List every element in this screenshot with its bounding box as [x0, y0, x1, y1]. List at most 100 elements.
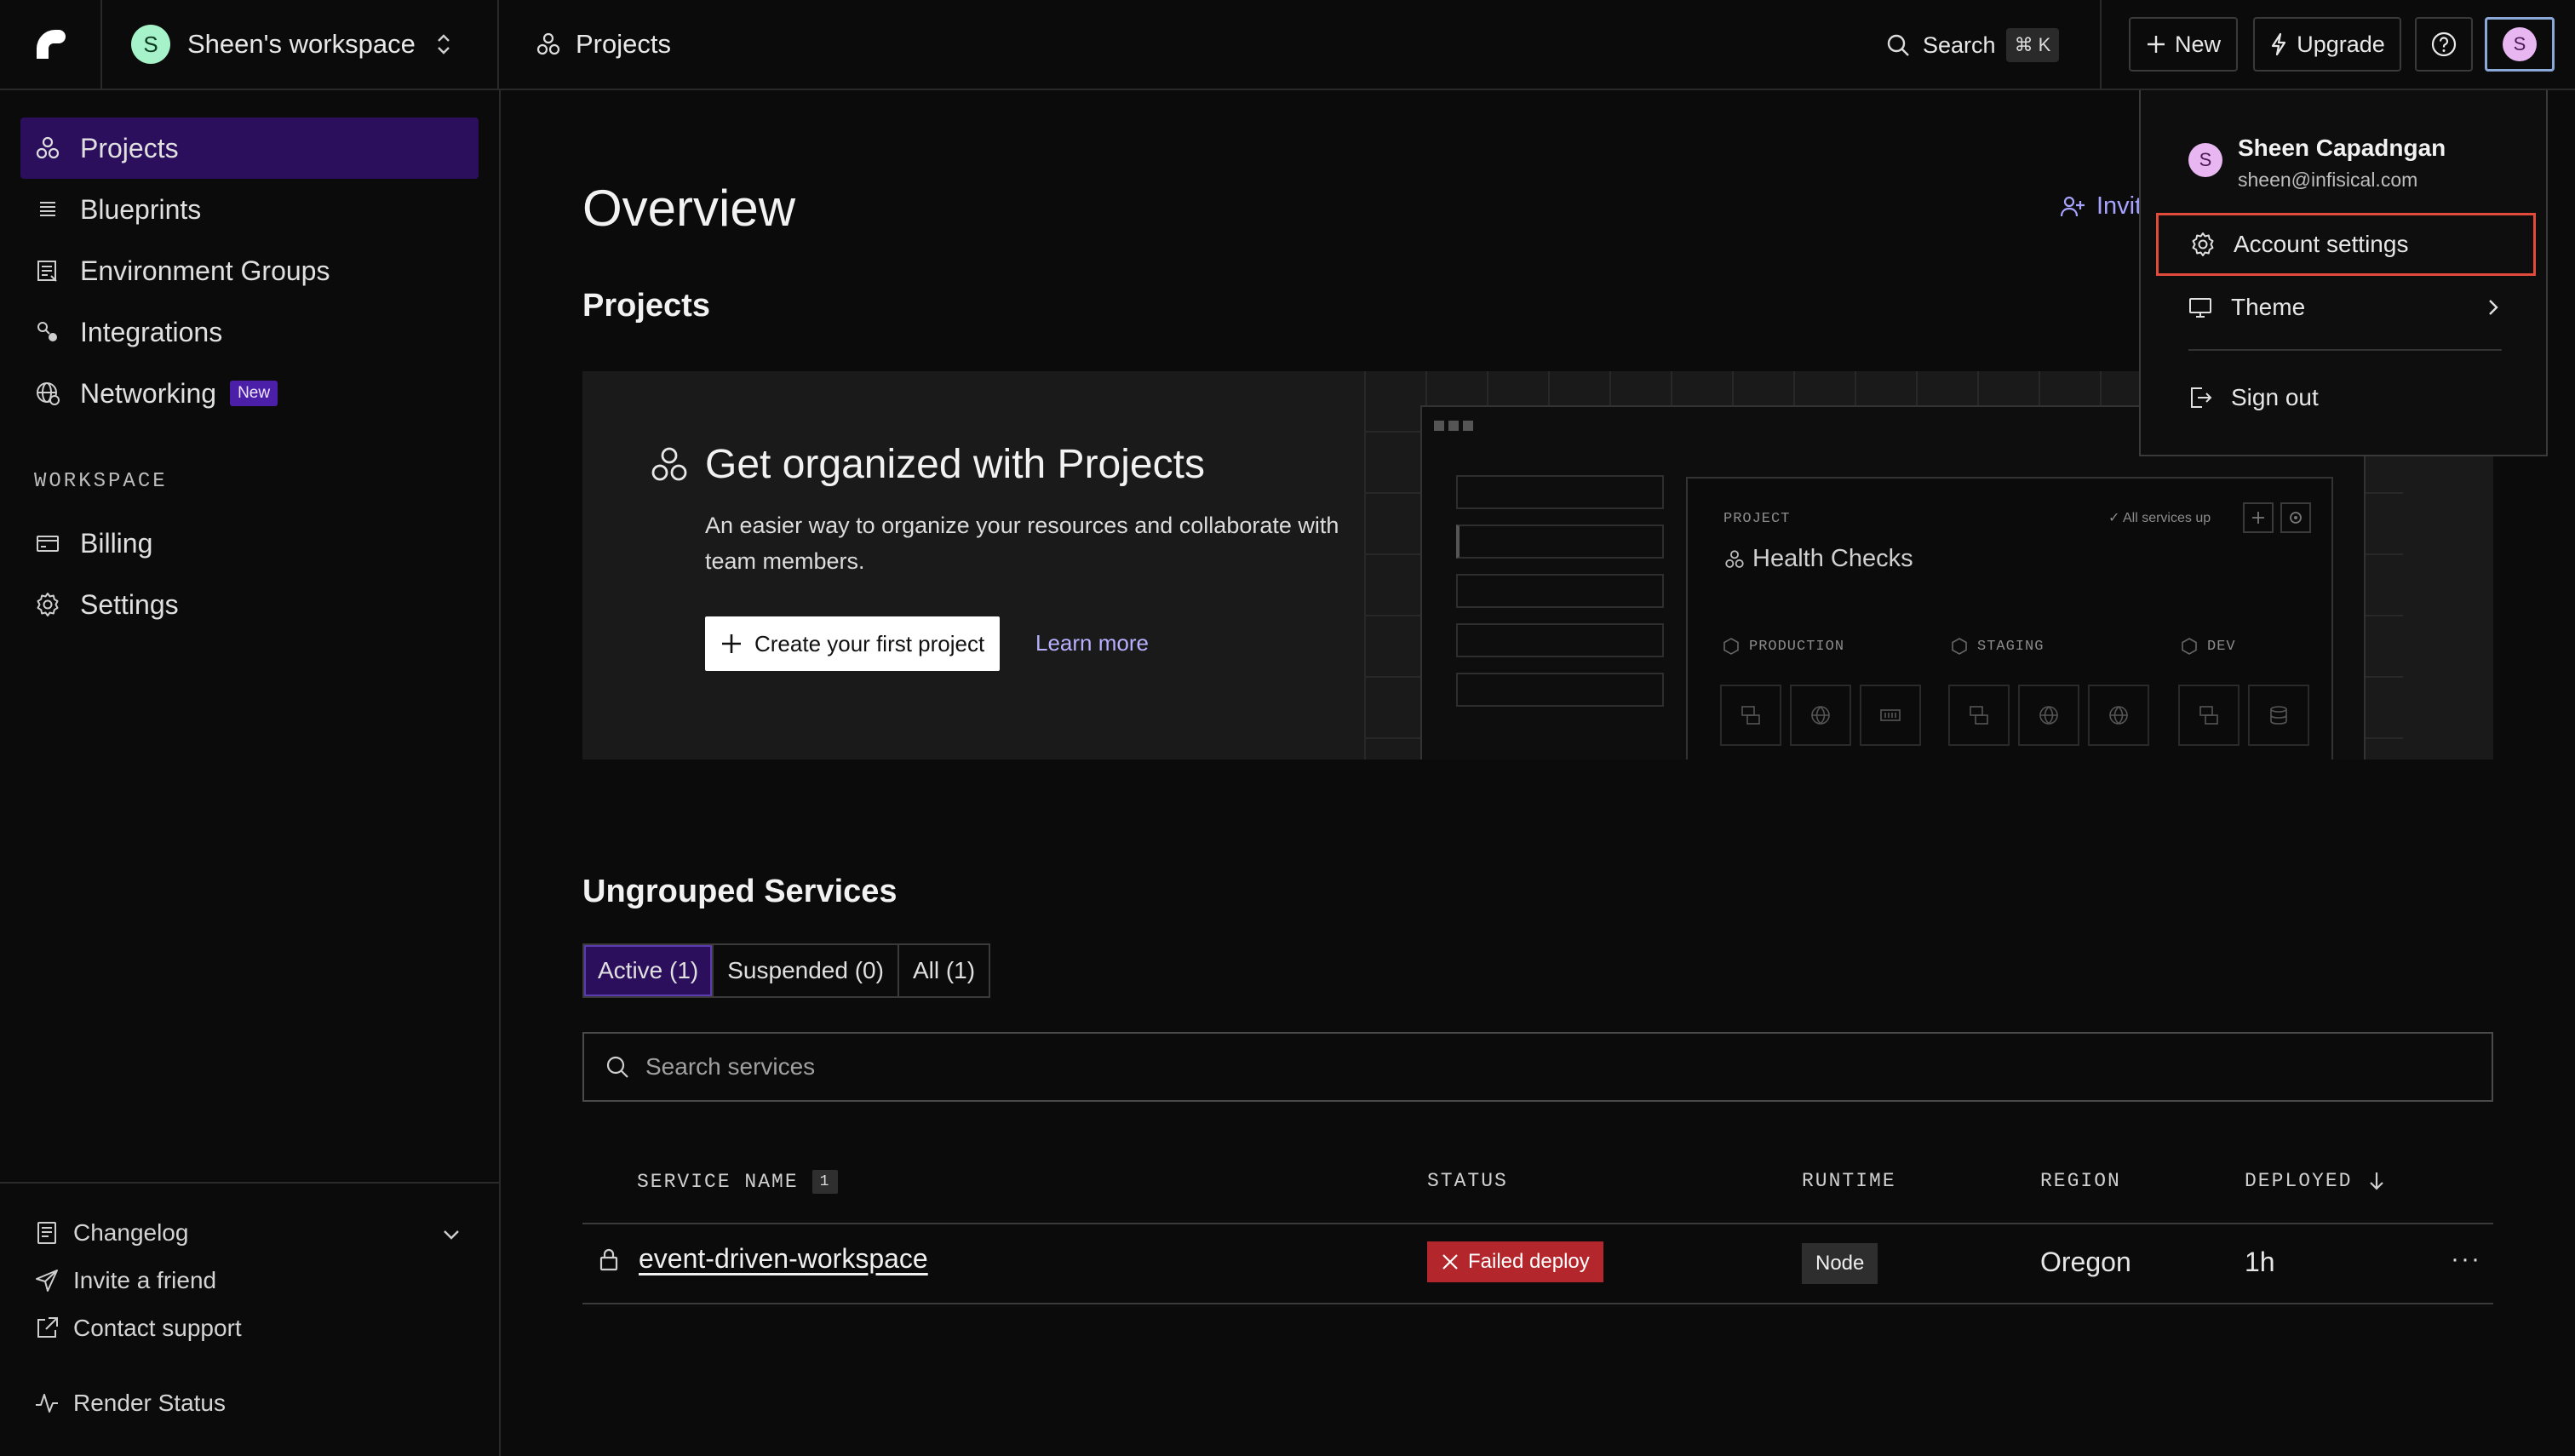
plus-icon — [2147, 36, 2165, 53]
activity-icon — [36, 1394, 58, 1413]
mock-project-label: PROJECT — [1723, 511, 1791, 527]
mock-env-staging: STAGING — [1950, 637, 2044, 656]
logo-icon — [37, 30, 66, 59]
mock-env-label: STAGING — [1977, 638, 2045, 655]
render-logo[interactable] — [0, 0, 102, 89]
tab-active[interactable]: Active (1) — [584, 945, 714, 996]
mock-status: ✓ All services up — [2108, 511, 2211, 525]
changelog-link[interactable]: Changelog — [34, 1219, 188, 1247]
column-header-service-name[interactable]: SERVICE NAME 1 — [637, 1170, 839, 1194]
menu-item-label: Account settings — [2234, 231, 2409, 257]
region-value: Oregon — [2040, 1247, 2131, 1277]
search-icon — [1887, 34, 1909, 56]
hexagon-icon — [2182, 638, 2197, 655]
chevron-down-icon[interactable] — [439, 1224, 463, 1245]
upgrade-button[interactable]: Upgrade — [2253, 17, 2401, 72]
search-label: Search — [1923, 32, 1996, 58]
render-status-link[interactable]: Render Status — [34, 1390, 226, 1417]
mock-service-tile — [2088, 685, 2149, 746]
new-badge: New — [230, 381, 278, 406]
workspace-switcher[interactable]: S Sheen's workspace — [102, 0, 499, 89]
sidebar-item-label: Billing — [80, 527, 153, 559]
menu-item-sign-out[interactable]: Sign out — [2156, 366, 2536, 429]
invite-friend-link[interactable]: Invite a friend — [34, 1267, 216, 1294]
sidebar-item-integrations[interactable]: Integrations — [20, 301, 479, 363]
mock-service-tile — [1720, 685, 1781, 746]
projects-icon — [536, 32, 560, 55]
projects-icon — [1725, 549, 1744, 568]
column-header-deployed[interactable]: DEPLOYED — [2245, 1170, 2386, 1192]
invite-label: Invite a friend — [73, 1267, 217, 1293]
mock-service-tile — [1790, 685, 1851, 746]
create-project-button[interactable]: Create your first project — [705, 616, 1001, 671]
sidebar-item-label: Environment Groups — [80, 255, 330, 286]
plus-icon — [722, 634, 741, 653]
new-label: New — [2174, 31, 2221, 57]
sidebar-item-blueprints[interactable]: Blueprints — [20, 179, 479, 240]
projects-heading: Projects — [582, 288, 710, 324]
sidebar-item-label: Projects — [80, 132, 179, 163]
send-icon — [36, 1270, 58, 1292]
environment-groups-icon — [37, 261, 57, 282]
mock-service-tile — [2018, 685, 2079, 746]
sidebar-item-environment-groups[interactable]: Environment Groups — [20, 240, 479, 301]
support-label: Contact support — [73, 1315, 242, 1341]
mock-service-tile — [1948, 685, 2010, 746]
billing-icon — [37, 536, 59, 552]
sidebar-item-label: Settings — [80, 588, 179, 620]
user-plus-icon — [2060, 196, 2085, 216]
service-link[interactable]: event-driven-workspace — [639, 1243, 928, 1275]
changelog-icon — [37, 1222, 56, 1244]
section-label: WORKSPACE — [34, 470, 168, 493]
sidebar-item-label: Blueprints — [80, 193, 202, 225]
contact-support-link[interactable]: Contact support — [34, 1315, 242, 1342]
promo-title: Get organized with Projects — [649, 441, 1205, 488]
mock-project-card: PROJECT Health Checks ✓ All services up … — [1686, 477, 2333, 760]
mock-env-label: DEV — [2207, 638, 2236, 655]
mock-sidebar-item — [1456, 525, 1664, 559]
deployed-value: 1h — [2245, 1247, 2275, 1277]
mock-project-title: Health Checks — [1723, 545, 1913, 573]
user-menu-button[interactable]: S — [2485, 17, 2555, 72]
globe-icon — [37, 382, 60, 405]
ungrouped-services-heading: Ungrouped Services — [582, 874, 898, 909]
learn-more-link[interactable]: Learn more — [1035, 630, 1149, 656]
status-label: Render Status — [73, 1390, 226, 1416]
row-actions-button[interactable]: ··· — [2451, 1245, 2481, 1274]
count-badge: 1 — [811, 1170, 839, 1194]
promo-illustration: PROJECT Health Checks ✓ All services up … — [1420, 405, 2366, 760]
search-shortcut: ⌘ K — [2005, 28, 2060, 62]
tab-all[interactable]: All (1) — [899, 945, 989, 996]
header-label: SERVICE NAME — [637, 1171, 799, 1193]
mock-plus-icon — [2243, 502, 2274, 533]
sidebar-item-settings[interactable]: Settings — [20, 574, 479, 635]
search-button[interactable]: Search ⌘ K — [1885, 26, 2060, 65]
sidebar-item-networking[interactable]: Networking New — [20, 363, 479, 424]
more-icon: ··· — [2451, 1245, 2481, 1273]
status-badge: Failed deploy — [1427, 1241, 1603, 1282]
search-services-field[interactable] — [582, 1032, 2493, 1102]
user-details: Sheen Capadngan sheen@infisical.com — [2238, 135, 2446, 192]
tab-suspended[interactable]: Suspended (0) — [714, 945, 899, 996]
sign-out-icon — [2191, 387, 2212, 408]
mock-status-text: All services up — [2122, 511, 2211, 525]
status-cell: Failed deploy — [1427, 1241, 1603, 1282]
mock-service-tile — [2178, 685, 2240, 746]
column-header-runtime: RUNTIME — [1802, 1170, 1896, 1192]
help-button[interactable] — [2415, 17, 2473, 72]
menu-item-theme[interactable]: Theme — [2156, 276, 2536, 339]
sidebar-item-billing[interactable]: Billing — [20, 513, 479, 574]
invite-button[interactable]: Invit — [2059, 192, 2142, 221]
promo-heading: Get organized with Projects — [705, 442, 1205, 487]
menu-item-account-settings[interactable]: Account settings — [2156, 213, 2536, 276]
avatar: S — [2188, 143, 2222, 177]
search-input[interactable] — [645, 1053, 2263, 1081]
breadcrumb: Projects — [535, 0, 671, 89]
mock-project-name: Health Checks — [1752, 545, 1913, 572]
deployed-cell: 1h — [2245, 1247, 2275, 1278]
top-bar: S Sheen's workspace Projects Search ⌘ K … — [0, 0, 2575, 90]
sidebar-item-projects[interactable]: Projects — [20, 118, 479, 179]
projects-icon — [651, 447, 687, 480]
lightning-icon — [2272, 32, 2286, 56]
new-button[interactable]: New — [2129, 17, 2238, 72]
